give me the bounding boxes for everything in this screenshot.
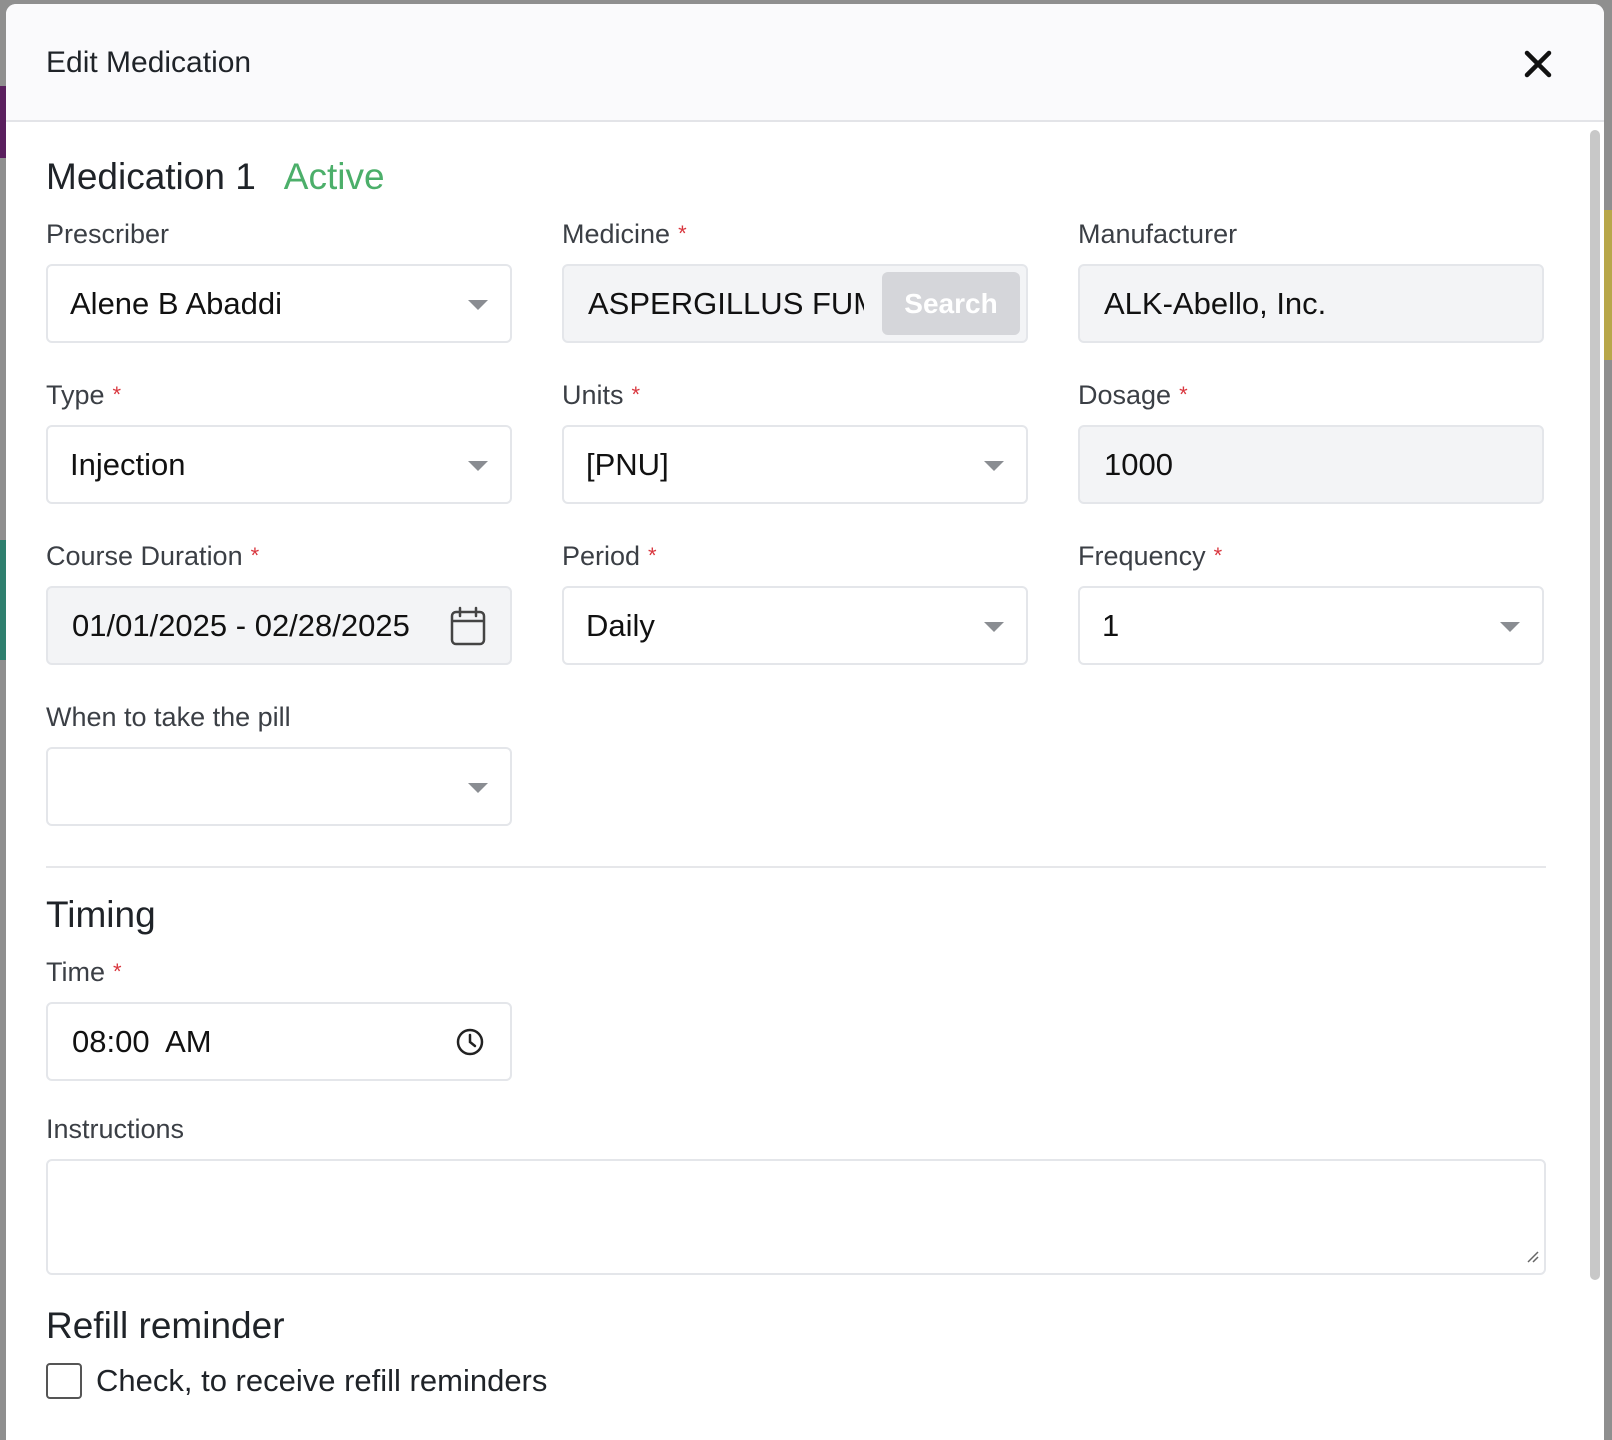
chevron-down-icon [468, 783, 488, 793]
course-duration-field: Course Duration * 01/01/2025 - 02/28/2025 [46, 540, 512, 665]
units-select[interactable]: [PNU] [562, 425, 1028, 504]
section-divider [46, 866, 1546, 868]
type-label: Type * [46, 380, 122, 410]
medicine-label: Medicine * [562, 219, 687, 249]
course-duration-input[interactable]: 01/01/2025 - 02/28/2025 [46, 586, 512, 665]
instructions-label: Instructions [46, 1114, 185, 1144]
units-value: [PNU] [586, 446, 669, 482]
manufacturer-input[interactable]: ALK-Abello, Inc. [1078, 264, 1544, 343]
modal-header: Edit Medication [6, 4, 1604, 122]
medication-title: Medication 1 [46, 156, 256, 197]
refill-reminder-row: Check, to receive refill reminders [46, 1363, 1546, 1399]
type-select[interactable]: Injection [46, 425, 512, 504]
manufacturer-label: Manufacturer [1078, 219, 1238, 249]
when-to-take-select[interactable] [46, 747, 512, 826]
refill-reminder-label[interactable]: Check, to receive refill reminders [96, 1363, 547, 1399]
manufacturer-value: ALK-Abello, Inc. [1104, 285, 1327, 321]
prescriber-field: Prescriber Alene B Abaddi [46, 218, 512, 343]
when-to-take-label: When to take the pill [46, 702, 291, 732]
time-field: Time * 08:00 AM [46, 956, 512, 1081]
period-field: Period * Daily [562, 540, 1028, 665]
close-icon [1524, 50, 1552, 78]
period-label: Period * [562, 541, 657, 571]
units-label: Units * [562, 380, 641, 410]
refill-reminder-checkbox[interactable] [46, 1363, 82, 1399]
prescriber-value: Alene B Abaddi [70, 285, 283, 321]
chevron-down-icon [984, 461, 1004, 471]
time-value: 08:00 AM [72, 1023, 212, 1059]
period-select[interactable]: Daily [562, 586, 1028, 665]
medication-heading-row: Medication 1 Active [46, 156, 1546, 198]
chevron-down-icon [984, 622, 1004, 632]
dosage-input[interactable]: 1000 [1078, 425, 1544, 504]
close-button[interactable] [1518, 44, 1558, 84]
chevron-down-icon [468, 300, 488, 310]
dosage-label: Dosage * [1078, 380, 1188, 410]
frequency-field: Frequency * 1 [1078, 540, 1544, 665]
units-field: Units * [PNU] [562, 379, 1028, 504]
dosage-value: 1000 [1104, 446, 1173, 482]
course-duration-value: 01/01/2025 - 02/28/2025 [72, 607, 410, 643]
dosage-field: Dosage * 1000 [1078, 379, 1544, 504]
modal-scrollbar[interactable] [1590, 130, 1600, 1280]
modal-body: Medication 1 Active Prescriber Alene B A… [46, 124, 1546, 1399]
refill-heading: Refill reminder [46, 1305, 285, 1346]
course-duration-label: Course Duration * [46, 541, 260, 571]
timing-grid: Time * 08:00 AM [46, 956, 1546, 1117]
backdrop-yellow-strip [1604, 210, 1612, 360]
status-badge: Active [283, 156, 385, 197]
frequency-value: 1 [1102, 607, 1120, 643]
edit-medication-modal: Edit Medication Medication 1 Active Pres… [6, 4, 1604, 1440]
medicine-input[interactable]: ASPERGILLUS FUMIGATUS Search [562, 264, 1028, 343]
time-input[interactable]: 08:00 AM [46, 1002, 512, 1081]
timing-heading: Timing [46, 894, 156, 935]
resize-grip-icon[interactable] [1524, 1248, 1540, 1269]
type-field: Type * Injection [46, 379, 512, 504]
prescriber-label: Prescriber [46, 219, 170, 249]
when-to-take-field: When to take the pill [46, 701, 512, 826]
frequency-label: Frequency * [1078, 541, 1223, 571]
modal-title: Edit Medication [46, 46, 252, 79]
time-label: Time * [46, 957, 122, 987]
frequency-select[interactable]: 1 [1078, 586, 1544, 665]
chevron-down-icon [468, 461, 488, 471]
instructions-textarea[interactable] [46, 1159, 1546, 1275]
type-value: Injection [70, 446, 186, 482]
medicine-field: Medicine* ASPERGILLUS FUMIGATUS Search [562, 218, 1028, 343]
medication-form-grid: Prescriber Alene B Abaddi Medicine * ASPE… [46, 218, 1546, 862]
medicine-value: ASPERGILLUS FUMIGATUS [588, 285, 864, 321]
period-value: Daily [586, 607, 655, 643]
manufacturer-field: Manufacturer ALK-Abello, Inc. [1078, 218, 1544, 343]
prescriber-select[interactable]: Alene B Abaddi [46, 264, 512, 343]
clock-icon[interactable] [454, 1026, 486, 1066]
calendar-icon[interactable] [450, 606, 486, 654]
chevron-down-icon [1500, 622, 1520, 632]
medicine-search-button[interactable]: Search [882, 272, 1020, 335]
